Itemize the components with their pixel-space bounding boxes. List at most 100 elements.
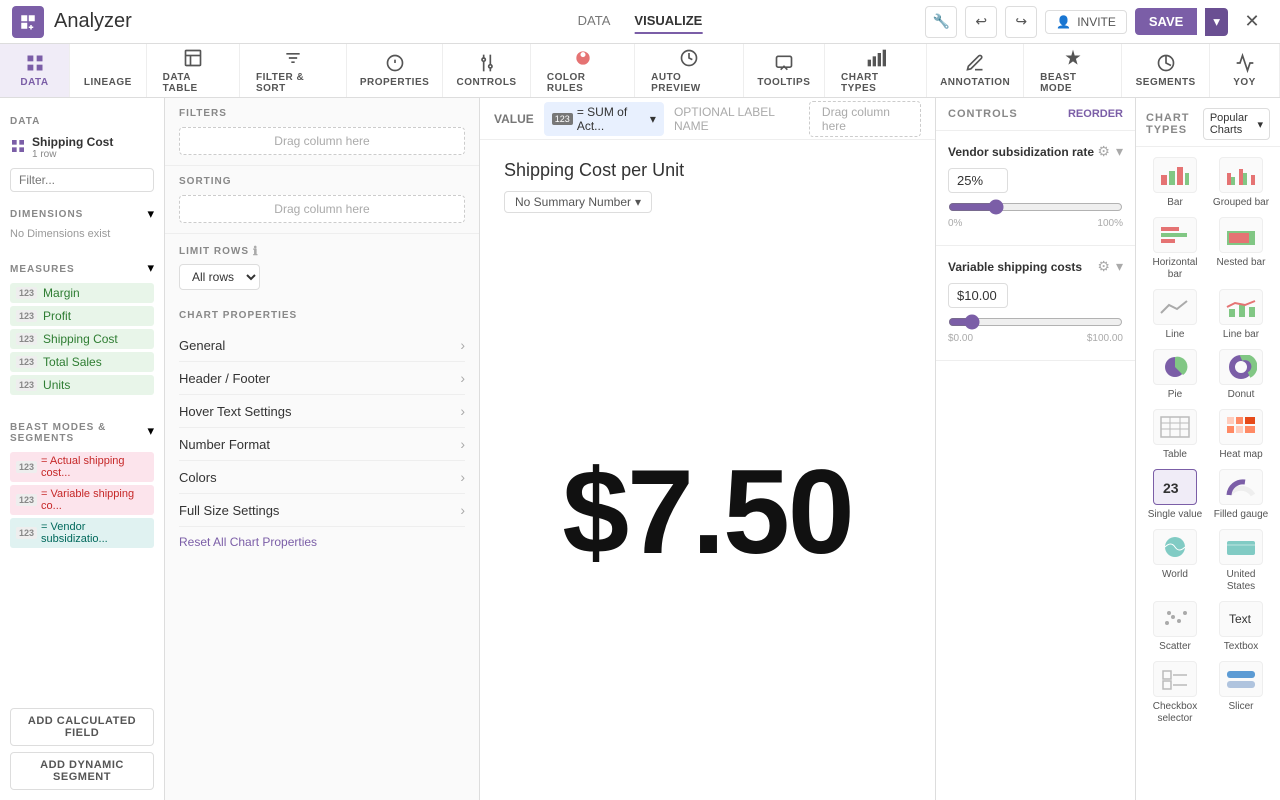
- chart-prop-full-size[interactable]: Full Size Settings ›: [179, 494, 465, 527]
- toolbar-beast-mode[interactable]: BEAST MODE: [1024, 44, 1122, 97]
- chart-types-dropdown[interactable]: Popular Charts ▾: [1203, 108, 1270, 140]
- toolbar-lineage[interactable]: LINEAGE: [70, 44, 147, 97]
- control-variable-header: Variable shipping costs ⚙ ▾: [948, 258, 1123, 275]
- toolbar-data-table[interactable]: DATA TABLE: [147, 44, 240, 97]
- variable-input[interactable]: [948, 283, 1008, 308]
- nav-data[interactable]: DATA: [578, 9, 611, 34]
- value-label: VALUE: [494, 112, 534, 126]
- reset-chart-props-link[interactable]: Reset All Chart Properties: [179, 535, 317, 549]
- vendor-slider-labels: 0% 100%: [948, 218, 1123, 229]
- vendor-chevron-icon[interactable]: ▾: [1116, 143, 1123, 160]
- close-button[interactable]: ✕: [1236, 6, 1268, 38]
- vendor-input[interactable]: [948, 168, 1008, 193]
- chart-type-pie[interactable]: Pie: [1146, 349, 1204, 401]
- chart-type-heat-map[interactable]: Heat map: [1212, 409, 1270, 461]
- redo-btn[interactable]: ↪: [1005, 6, 1037, 38]
- chart-prop-hover-text[interactable]: Hover Text Settings ›: [179, 395, 465, 428]
- invite-button[interactable]: 👤 INVITE: [1045, 10, 1127, 34]
- toolbar-segments[interactable]: SEGMENTS: [1122, 44, 1210, 97]
- chart-type-filled-gauge[interactable]: Filled gauge: [1212, 469, 1270, 521]
- add-dynamic-segment-button[interactable]: ADD DYNAMIC SEGMENT: [10, 752, 154, 790]
- beast-chevron[interactable]: ▾: [147, 423, 154, 439]
- beast-item-1[interactable]: 123 = Variable shipping co...: [10, 485, 154, 515]
- vendor-settings-icon[interactable]: ⚙: [1097, 143, 1110, 160]
- reorder-button[interactable]: REORDER: [1068, 108, 1123, 120]
- app-title: Analyzer: [54, 10, 132, 33]
- chart-main: $7.50: [480, 223, 935, 800]
- chart-type-horizontal-bar[interactable]: Horizontal bar: [1146, 217, 1204, 281]
- chart-type-united-states[interactable]: United States: [1212, 529, 1270, 593]
- chart-type-line-bar[interactable]: Line bar: [1212, 289, 1270, 341]
- sorting-title: SORTING: [179, 176, 465, 187]
- nav-visualize[interactable]: VISUALIZE: [634, 9, 702, 34]
- value-chip[interactable]: 123 = SUM of Act... ▾: [544, 102, 664, 136]
- dimensions-chevron[interactable]: ▾: [147, 206, 154, 222]
- filter-input[interactable]: [10, 168, 154, 192]
- value-chip-dropdown[interactable]: ▾: [650, 112, 656, 126]
- chart-prop-colors[interactable]: Colors ›: [179, 461, 465, 494]
- chart-type-textbox[interactable]: Text Textbox: [1212, 601, 1270, 653]
- line-label: Line: [1166, 329, 1185, 341]
- chart-type-slicer[interactable]: Slicer: [1212, 661, 1270, 725]
- chart-section: VALUE 123 = SUM of Act... ▾ OPTIONAL LAB…: [480, 98, 935, 800]
- control-variable: Variable shipping costs ⚙ ▾ $0.00 $100.0…: [936, 246, 1135, 361]
- chart-type-world[interactable]: World: [1146, 529, 1204, 593]
- chart-type-grouped-bar[interactable]: Grouped bar: [1212, 157, 1270, 209]
- controls-header: CONTROLS REORDER: [936, 98, 1135, 131]
- toolbar-chart-types[interactable]: CHART TYPES: [825, 44, 927, 97]
- chart-type-checkbox-selector[interactable]: Checkbox selector: [1146, 661, 1204, 725]
- limit-title: LIMIT ROWS ℹ: [179, 244, 465, 258]
- toolbar-tooltips[interactable]: TOOLTIPS: [744, 44, 825, 97]
- tools-icon-btn[interactable]: 🔧: [925, 6, 957, 38]
- limit-select[interactable]: All rows: [179, 264, 260, 290]
- chart-type-table[interactable]: Table: [1146, 409, 1204, 461]
- add-calculated-field-button[interactable]: ADD CALCULATED FIELD: [10, 708, 154, 746]
- toolbar-properties[interactable]: PROPERTIES: [347, 44, 443, 97]
- summary-chip[interactable]: No Summary Number ▾: [504, 191, 652, 213]
- variable-slider[interactable]: [948, 314, 1123, 330]
- chart-prop-number-format[interactable]: Number Format ›: [179, 428, 465, 461]
- measure-total-sales[interactable]: 123 Total Sales: [10, 352, 154, 372]
- vendor-slider[interactable]: [948, 199, 1123, 215]
- drag-zone[interactable]: Drag column here: [809, 101, 921, 137]
- toolbar-auto-preview[interactable]: AUTO PREVIEW: [635, 44, 744, 97]
- chart-type-nested-bar[interactable]: Nested bar: [1212, 217, 1270, 281]
- toolbar-controls[interactable]: CONTROLS: [443, 44, 531, 97]
- beast-item-0[interactable]: 123 = Actual shipping cost...: [10, 452, 154, 482]
- limit-info-icon: ℹ: [253, 244, 259, 258]
- measure-profit[interactable]: 123 Profit: [10, 306, 154, 326]
- toolbar-annotation[interactable]: ANNOTATION: [927, 44, 1024, 97]
- world-label: World: [1162, 569, 1188, 581]
- toolbar-data[interactable]: DATA: [0, 44, 70, 97]
- chart-type-bar[interactable]: Bar: [1146, 157, 1204, 209]
- measure-margin[interactable]: 123 Margin: [10, 283, 154, 303]
- chart-prop-general[interactable]: General ›: [179, 329, 465, 362]
- toolbar-filter-sort[interactable]: FILTER & SORT: [240, 44, 347, 97]
- summary-dropdown[interactable]: ▾: [635, 195, 641, 209]
- measure-units[interactable]: 123 Units: [10, 375, 154, 395]
- toolbar: DATA LINEAGE DATA TABLE FILTER & SORT PR…: [0, 44, 1280, 98]
- save-dropdown-button[interactable]: ▾: [1205, 8, 1228, 36]
- slicer-icon: [1219, 661, 1263, 697]
- variable-settings-icon[interactable]: ⚙: [1097, 258, 1110, 275]
- toolbar-color-rules[interactable]: COLOR RULES: [531, 44, 635, 97]
- sorting-drop-zone[interactable]: Drag column here: [179, 195, 465, 223]
- undo-btn[interactable]: ↩: [965, 6, 997, 38]
- heat-map-label: Heat map: [1219, 449, 1262, 461]
- no-dimensions: No Dimensions exist: [10, 228, 154, 240]
- chart-type-line[interactable]: Line: [1146, 289, 1204, 341]
- value-chip-badge: 123: [552, 113, 573, 125]
- toolbar-yoy[interactable]: YOY: [1210, 44, 1280, 97]
- chart-type-scatter[interactable]: Scatter: [1146, 601, 1204, 653]
- filters-drop-zone[interactable]: Drag column here: [179, 127, 465, 155]
- chart-type-single-value[interactable]: 23 Single value: [1146, 469, 1204, 521]
- chart-props-title: CHART PROPERTIES: [179, 310, 465, 321]
- save-button[interactable]: SAVE: [1135, 8, 1197, 35]
- chart-type-donut[interactable]: Donut: [1212, 349, 1270, 401]
- measures-chevron[interactable]: ▾: [147, 260, 154, 276]
- beast-item-2[interactable]: 123 = Vendor subsidizatio...: [10, 518, 154, 548]
- filled-gauge-label: Filled gauge: [1214, 509, 1268, 521]
- chart-prop-header-footer[interactable]: Header / Footer ›: [179, 362, 465, 395]
- variable-chevron-icon[interactable]: ▾: [1116, 258, 1123, 275]
- measure-shipping-cost[interactable]: 123 Shipping Cost: [10, 329, 154, 349]
